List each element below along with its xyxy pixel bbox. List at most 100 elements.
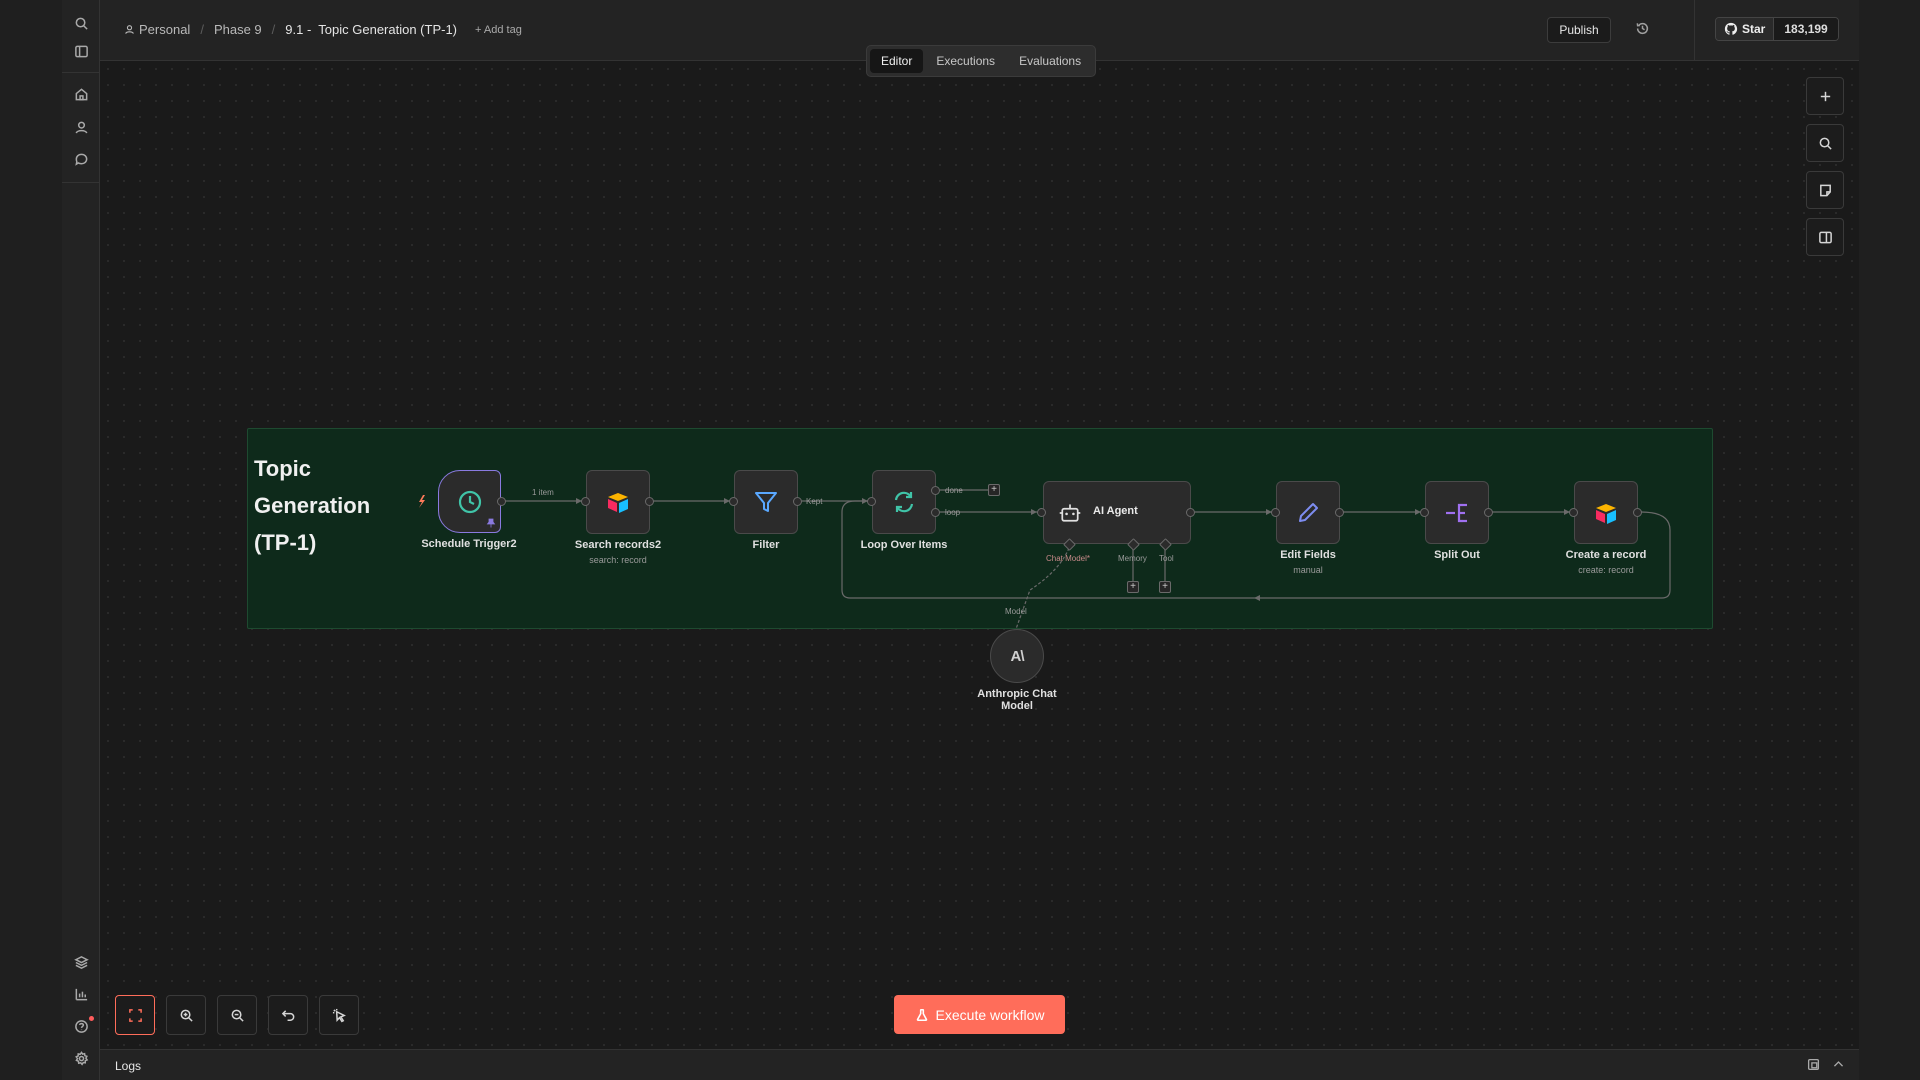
popout-icon[interactable]	[1807, 1058, 1820, 1071]
add-tag-button[interactable]: + Add tag	[475, 24, 522, 36]
search-icon[interactable]	[62, 10, 100, 36]
flask-icon	[916, 1008, 927, 1021]
zoom-to-fit-button[interactable]	[115, 995, 155, 1035]
tidy-up-button[interactable]	[319, 995, 359, 1035]
add-node-plus[interactable]: +	[988, 484, 1000, 496]
templates-icon[interactable]	[62, 949, 100, 975]
input-port[interactable]	[1569, 508, 1578, 517]
undo-icon	[281, 1009, 294, 1021]
header-separator	[1694, 0, 1695, 60]
execute-workflow-button[interactable]: Execute workflow	[894, 995, 1065, 1034]
breadcrumb-folder[interactable]: Phase 9	[214, 22, 262, 37]
output-port[interactable]	[1186, 508, 1195, 517]
add-sticky-button[interactable]	[1806, 171, 1844, 209]
input-port[interactable]	[729, 497, 738, 506]
add-node-button[interactable]	[1806, 77, 1844, 115]
output-port[interactable]	[497, 497, 506, 506]
github-star-label: Star	[1742, 22, 1766, 36]
github-icon	[1724, 22, 1738, 35]
github-star-widget[interactable]: Star 183,199	[1715, 17, 1839, 41]
edge-loop: loop	[945, 508, 961, 517]
chat-icon[interactable]	[62, 146, 100, 172]
insights-icon[interactable]	[62, 981, 100, 1007]
input-port[interactable]	[1420, 508, 1429, 517]
node-label: Edit Fields	[1280, 549, 1336, 561]
input-port[interactable]	[1271, 508, 1280, 517]
pin-icon	[486, 518, 496, 528]
node-anthropic-chat-model[interactable]: A\	[990, 629, 1044, 683]
logs-controls	[1807, 1058, 1845, 1071]
edge-done: done	[945, 486, 963, 495]
edge-item-count: 1 item	[532, 488, 554, 497]
split-icon	[1446, 503, 1467, 522]
input-port[interactable]	[1037, 508, 1046, 517]
notification-dot	[89, 1016, 94, 1021]
undo-button[interactable]	[268, 995, 308, 1035]
settings-icon[interactable]	[62, 1045, 100, 1071]
model-label: Model	[1005, 607, 1027, 616]
output-port[interactable]	[793, 497, 802, 506]
node-label: Loop Over Items	[860, 539, 948, 551]
sidebar-separator	[62, 72, 100, 73]
output-port[interactable]	[645, 497, 654, 506]
pencil-icon	[1299, 502, 1318, 522]
sticky-title-line: Generation	[254, 493, 371, 518]
user-icon[interactable]	[62, 114, 100, 140]
output-port-done[interactable]	[931, 486, 940, 495]
sidebar-separator	[62, 182, 100, 183]
breadcrumb: Personal / Phase 9 / 9.1 - Topic Generat…	[124, 22, 522, 37]
github-star-button[interactable]: Star	[1716, 18, 1775, 40]
mode-tabs: Editor Executions Evaluations	[866, 45, 1097, 77]
search-nodes-button[interactable]	[1806, 124, 1844, 162]
node-create-record[interactable]	[1574, 481, 1638, 544]
output-port[interactable]	[1484, 508, 1493, 517]
outer-left-margin	[0, 0, 62, 1080]
node-label: Split Out	[1434, 549, 1480, 561]
anthropic-icon: A\	[1010, 647, 1025, 665]
node-split-out[interactable]	[1425, 481, 1489, 544]
tool-label: Tool	[1159, 554, 1174, 563]
zoom-in-icon	[180, 1009, 193, 1022]
memory-label: Memory	[1118, 554, 1147, 563]
node-label: AI Agent	[1093, 505, 1138, 517]
clock-icon	[458, 490, 481, 513]
airtable-icon	[1596, 503, 1616, 524]
node-filter[interactable]	[734, 470, 798, 534]
breadcrumb-project[interactable]: Personal	[124, 22, 190, 37]
edge-kept: Kept	[806, 497, 823, 506]
output-port[interactable]	[1335, 508, 1344, 517]
home-icon[interactable]	[62, 81, 100, 107]
add-memory-plus[interactable]: +	[1127, 581, 1139, 593]
node-loop-over-items[interactable]	[872, 470, 936, 534]
input-port[interactable]	[581, 497, 590, 506]
logs-label: Logs	[115, 1059, 142, 1073]
funnel-icon	[755, 492, 777, 512]
node-subtitle: manual	[1293, 565, 1323, 575]
toggle-panel-button[interactable]	[1806, 218, 1844, 256]
node-edit-fields[interactable]	[1276, 481, 1340, 544]
tab-executions[interactable]: Executions	[925, 49, 1006, 73]
zoom-in-button[interactable]	[166, 995, 206, 1035]
node-label: Anthropic Chat Model	[947, 688, 1087, 712]
output-port[interactable]	[1633, 508, 1642, 517]
publish-button[interactable]: Publish	[1547, 17, 1611, 43]
refresh-icon	[894, 491, 914, 513]
magic-cursor-icon	[332, 1008, 346, 1022]
tab-evaluations[interactable]: Evaluations	[1008, 49, 1092, 73]
logs-panel[interactable]: Logs	[100, 1049, 1859, 1080]
output-port-loop[interactable]	[931, 508, 940, 517]
zoom-out-icon	[231, 1009, 244, 1022]
node-search-records[interactable]	[586, 470, 650, 534]
zoom-out-button[interactable]	[217, 995, 257, 1035]
history-icon[interactable]	[1635, 21, 1651, 37]
tab-editor[interactable]: Editor	[870, 49, 924, 73]
workflow-prefix: 9.1 -	[285, 22, 312, 37]
plus-icon	[1820, 91, 1830, 101]
node-subtitle: search: record	[589, 555, 647, 565]
add-tool-plus[interactable]: +	[1159, 581, 1171, 593]
help-icon[interactable]	[62, 1013, 100, 1039]
workflow-name[interactable]: 9.1 - Topic Generation (TP-1)	[285, 22, 457, 37]
panel-toggle-icon[interactable]	[62, 38, 100, 64]
chevron-up-icon[interactable]	[1832, 1058, 1845, 1071]
input-port[interactable]	[867, 497, 876, 506]
